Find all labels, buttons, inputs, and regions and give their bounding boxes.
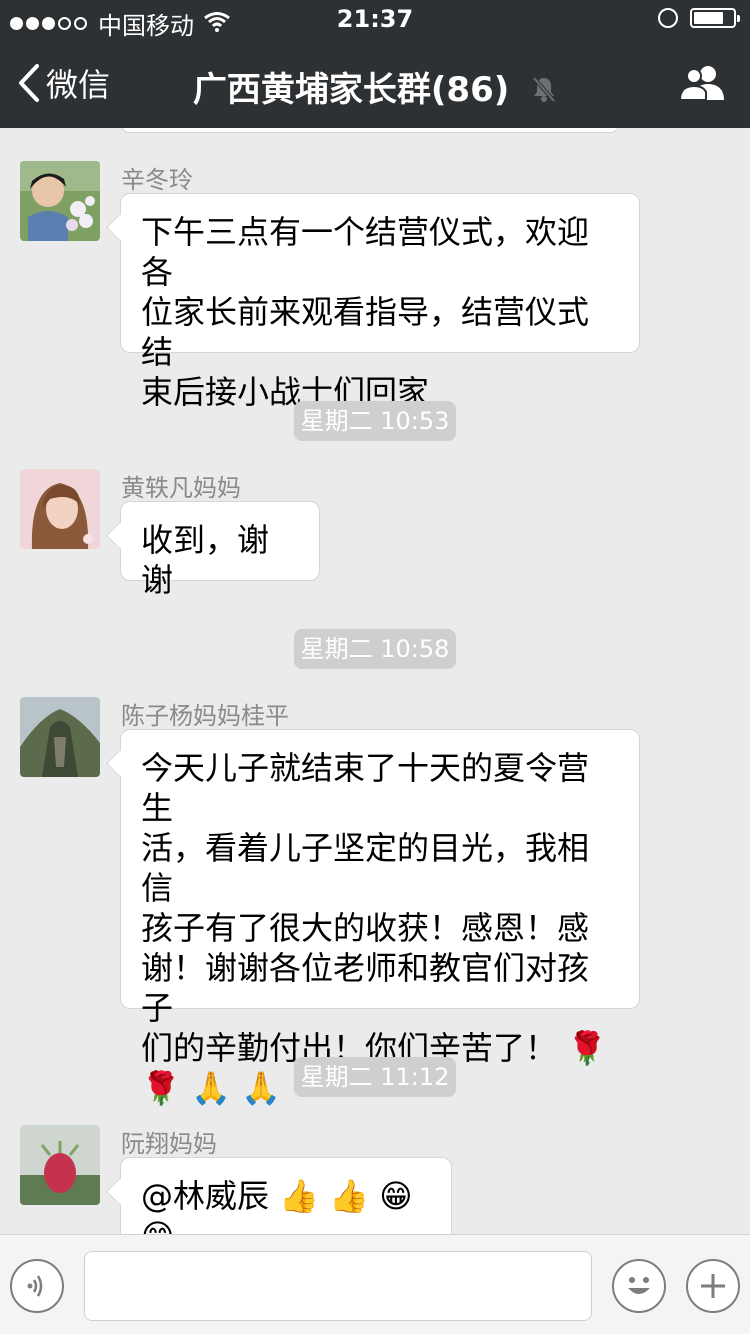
people-icon bbox=[678, 66, 724, 101]
sender-name: 陈子杨妈妈桂平 bbox=[121, 702, 289, 730]
plus-icon bbox=[701, 1274, 725, 1298]
rotation-lock-icon bbox=[658, 8, 678, 28]
message-text: 收到，谢谢 bbox=[141, 521, 270, 599]
mute-bell-icon bbox=[531, 72, 557, 112]
previous-message-bubble-edge bbox=[120, 128, 620, 133]
message-line: 位家长前来观看指导，结营仪式结 bbox=[141, 293, 590, 371]
emoji-icon bbox=[628, 1277, 650, 1294]
timestamp-label: 星期二 10:53 bbox=[294, 401, 456, 441]
clock: 21:37 bbox=[336, 5, 414, 33]
group-members-button[interactable] bbox=[678, 64, 726, 108]
avatar[interactable] bbox=[20, 161, 100, 241]
chat-title: 广西黄埔家长群(86) bbox=[0, 62, 750, 112]
group-name: 广西黄埔家长群(86) bbox=[192, 70, 510, 110]
message-bubble[interactable]: 今天儿子就结束了十天的夏令营生 活，看着儿子坚定的目光，我相信 孩子有了很大的收… bbox=[120, 729, 640, 1107]
avatar[interactable] bbox=[20, 697, 100, 777]
more-button[interactable] bbox=[686, 1259, 740, 1313]
message-input[interactable] bbox=[84, 1251, 592, 1321]
avatar[interactable] bbox=[20, 469, 100, 549]
avatar[interactable] bbox=[20, 1125, 100, 1205]
message-line: 活，看着儿子坚定的目光，我相信 bbox=[141, 829, 590, 907]
emoji-button[interactable] bbox=[612, 1259, 666, 1313]
sender-name: 辛冬玲 bbox=[121, 166, 193, 194]
battery-fill bbox=[694, 12, 723, 24]
rose-emoji: 🌹 bbox=[567, 1029, 608, 1067]
voice-icon bbox=[27, 1275, 43, 1297]
message-line: 下午三点有一个结营仪式，欢迎各 bbox=[141, 213, 590, 291]
message-bubble[interactable]: @林威辰 👍 👍 😁 😁 bbox=[120, 1157, 452, 1234]
message-line: 今天儿子就结束了十天的夏令营生 bbox=[141, 749, 590, 827]
message-bubble[interactable]: 下午三点有一个结营仪式，欢迎各 位家长前来观看指导，结营仪式结 束后接小战士们回… bbox=[120, 193, 640, 411]
message-line: 谢！谢谢各位老师和教官们对孩子 bbox=[141, 949, 590, 1027]
status-bar: 中国移动 21:37 bbox=[0, 0, 750, 40]
timestamp-label: 星期二 11:12 bbox=[294, 1057, 456, 1097]
battery-icon bbox=[690, 8, 740, 28]
message-line: 孩子有了很大的收获！感恩！感 bbox=[141, 909, 590, 947]
message-bubble[interactable]: 收到，谢谢 bbox=[120, 501, 320, 599]
input-bar bbox=[0, 1234, 750, 1334]
voice-button[interactable] bbox=[10, 1259, 64, 1313]
sender-name: 黄轶凡妈妈 bbox=[121, 474, 241, 502]
message-list[interactable]: 辛冬玲 下午三点有一个结营仪式，欢迎各 位家长前来观看指导，结营仪式结 束后接小… bbox=[0, 128, 750, 1234]
status-right bbox=[658, 8, 740, 28]
message-text: @林威辰 bbox=[141, 1177, 270, 1215]
sender-name: 阮翔妈妈 bbox=[121, 1130, 217, 1158]
timestamp-label: 星期二 10:58 bbox=[294, 629, 456, 669]
nav-bar: 微信 广西黄埔家长群(86) bbox=[0, 40, 750, 128]
